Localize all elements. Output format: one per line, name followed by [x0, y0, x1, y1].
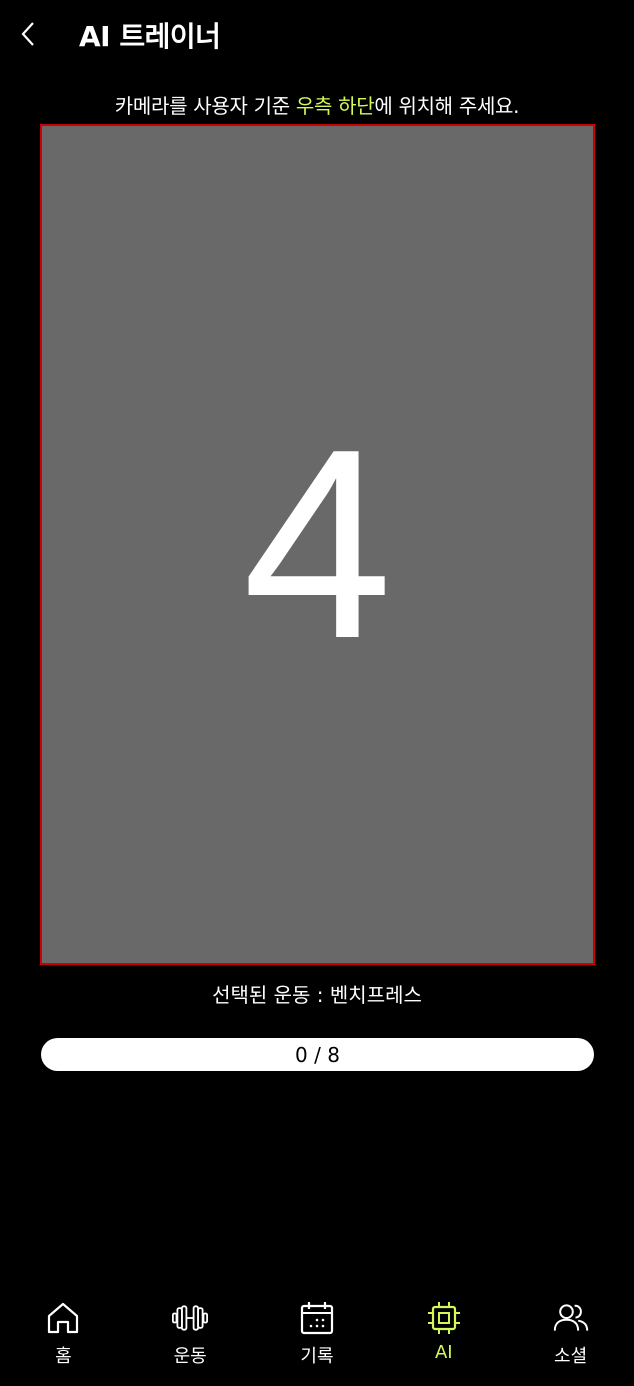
nav-item-workout[interactable]: 운동	[127, 1290, 253, 1386]
nav-item-social[interactable]: 소셜	[508, 1290, 634, 1386]
camera-preview: 4	[40, 124, 595, 965]
chevron-left-icon	[18, 20, 38, 52]
nav-item-ai[interactable]: AI	[381, 1290, 507, 1386]
instruction-text: 카메라를 사용자 기준	[114, 94, 296, 118]
instruction-text-end: 에 위치해 주세요.	[374, 94, 520, 118]
users-icon	[553, 1300, 589, 1336]
rep-progress-bar: 0 / 8	[41, 1038, 594, 1071]
dumbbell-icon	[172, 1300, 209, 1336]
page-title: AI 트레이너	[79, 20, 221, 53]
calendar-icon	[299, 1300, 335, 1336]
bottom-nav: 홈 운동 기록 AI 소셜	[0, 1290, 634, 1386]
nav-label-home: 홈	[55, 1346, 72, 1367]
home-icon	[45, 1300, 81, 1336]
selected-exercise: 선택된 운동 : 벤치프레스	[212, 983, 422, 1007]
rep-count: 0 / 8	[295, 1042, 340, 1067]
nav-label-records: 기록	[300, 1346, 334, 1367]
instruction-highlight: 우측 하단	[295, 94, 375, 118]
app-header: AI 트레이너	[0, 0, 634, 72]
nav-label-social: 소셜	[554, 1346, 588, 1367]
nav-label-ai: AI	[434, 1342, 453, 1363]
nav-label-workout: 운동	[173, 1346, 207, 1367]
countdown-number: 4	[242, 393, 393, 695]
nav-item-home[interactable]: 홈	[0, 1290, 126, 1386]
back-button[interactable]	[10, 16, 46, 56]
nav-item-records[interactable]: 기록	[254, 1290, 380, 1386]
camera-instruction: 카메라를 사용자 기준 우측 하단에 위치해 주세요.	[0, 90, 634, 119]
chip-icon	[426, 1300, 462, 1336]
